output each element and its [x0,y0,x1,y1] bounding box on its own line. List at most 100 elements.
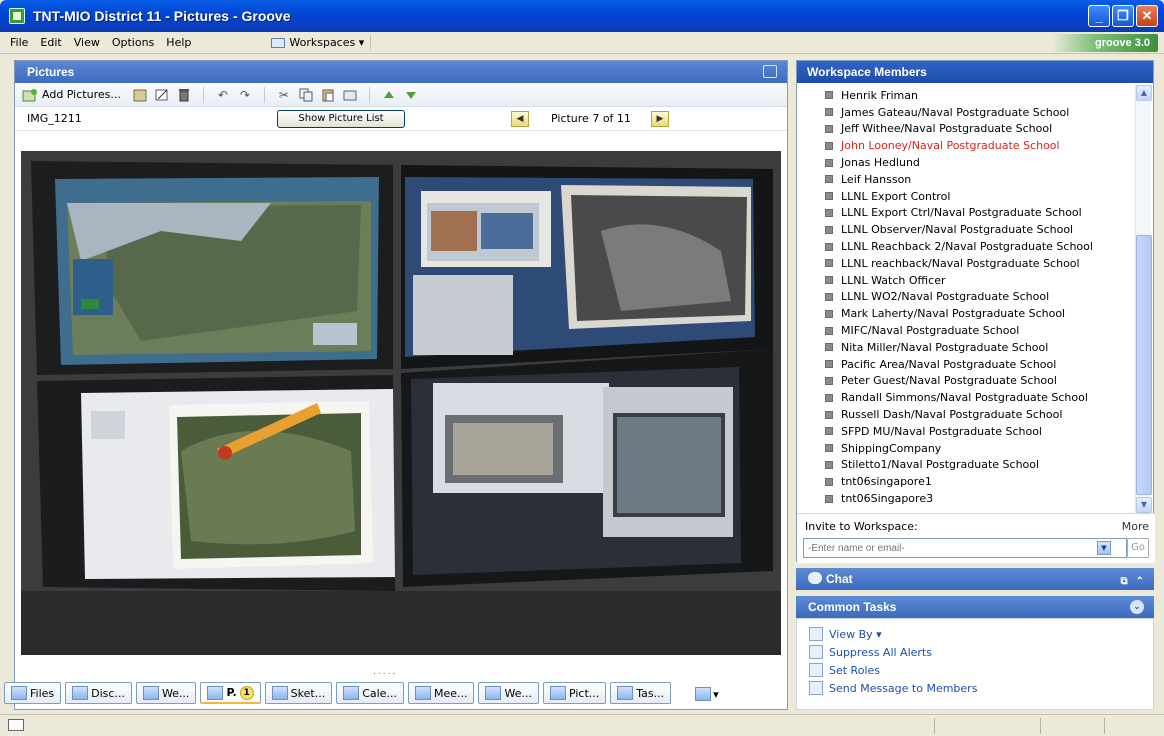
groove-logo: groove 3.0 [1052,34,1158,52]
import-icon[interactable] [341,87,359,103]
invite-section: Invite to Workspace: More ▼ Go [797,513,1155,563]
member-item[interactable]: LLNL reachback/Naval Postgraduate School [797,255,1135,272]
save-picture-icon[interactable] [131,87,149,103]
tab-discussion[interactable]: Disc... [65,682,132,704]
redo-icon[interactable]: ↷ [236,87,254,103]
task-set-roles[interactable]: Set Roles [797,661,1153,679]
show-picture-list-button[interactable]: Show Picture List [277,110,405,128]
collapse-icon[interactable]: ⌄ [1130,600,1144,614]
tab-web[interactable]: We... [135,682,197,704]
member-list-scrollbar[interactable]: ▲ ▼ [1135,85,1152,513]
scroll-up-button[interactable]: ▲ [1136,85,1152,101]
member-item[interactable]: Russell Dash/Naval Postgraduate School [797,406,1135,423]
member-item[interactable]: LLNL Export Control [797,188,1135,205]
popout-icon[interactable]: ⧉ [1120,571,1127,593]
invite-dropdown-button[interactable]: ▼ [1097,541,1111,555]
member-item[interactable]: James Gateau/Naval Postgraduate School [797,104,1135,121]
rotate-left-icon[interactable] [380,87,398,103]
member-name: LLNL Export Control [841,189,951,203]
groove-app-icon[interactable] [9,8,25,24]
member-item[interactable]: Henrik Friman [797,87,1135,104]
member-item[interactable]: Stiletto1/Naval Postgraduate School [797,457,1135,474]
monitor-wall-photo [21,151,781,655]
member-item[interactable]: LLNL Export Ctrl/Naval Postgraduate Scho… [797,205,1135,222]
member-name: Henrik Friman [841,88,918,102]
member-name: Nita Miller/Naval Postgraduate School [841,340,1049,354]
tab-meetings[interactable]: Mee... [407,682,475,704]
invite-label: Invite to Workspace: [805,520,918,533]
close-button[interactable]: ✕ [1136,5,1158,27]
member-item[interactable]: LLNL Observer/Naval Postgraduate School [797,221,1135,238]
invite-go-button[interactable]: Go [1127,538,1149,558]
pane-popout-icon[interactable] [763,65,777,78]
member-item[interactable]: Leif Hansson [797,171,1135,188]
minimize-button[interactable]: _ [1088,5,1110,27]
member-item[interactable]: tnt06singapore1 [797,473,1135,490]
next-picture-button[interactable]: ▶ [651,111,669,127]
tab-sketchpad[interactable]: Sket... [264,682,333,704]
member-item[interactable]: Jonas Hedlund [797,154,1135,171]
member-item[interactable]: LLNL Reachback 2/Naval Postgraduate Scho… [797,238,1135,255]
task-view-by[interactable]: View By ▾ [797,625,1153,643]
task-suppress-alerts[interactable]: Suppress All Alerts [797,643,1153,661]
menu-options[interactable]: Options [106,36,160,49]
delete-icon[interactable] [175,87,193,103]
member-status-icon [825,276,833,285]
member-status-icon [825,376,833,385]
member-item[interactable]: Peter Guest/Naval Postgraduate School [797,373,1135,390]
copy-icon[interactable] [297,87,315,103]
unread-badge: 1 [239,685,254,700]
paste-icon[interactable] [319,87,337,103]
member-item[interactable]: LLNL WO2/Naval Postgraduate School [797,289,1135,306]
splitter-grip[interactable]: ..... [373,667,397,677]
tab-label: Disc... [91,686,125,700]
invite-more-link[interactable]: More [1122,520,1149,533]
menu-file[interactable]: File [4,36,34,49]
tab-web-2[interactable]: We... [478,682,539,704]
invite-input[interactable] [803,538,1127,558]
tab-calendar[interactable]: Cale... [336,682,404,704]
add-tool-button[interactable]: ▾ [695,682,719,706]
menu-edit[interactable]: Edit [34,36,67,49]
tool-tab-bar: Files Disc... We... P. 1 Sket... Cale...… [4,682,719,706]
member-item[interactable]: SFPD MU/Naval Postgraduate School [797,423,1135,440]
tab-pictures-2[interactable]: Pict... [542,682,607,704]
edit-picture-icon[interactable] [153,87,171,103]
member-item[interactable]: Nita Miller/Naval Postgraduate School [797,339,1135,356]
member-item[interactable]: Pacific Area/Naval Postgraduate School [797,356,1135,373]
member-item[interactable]: ShippingCompany [797,440,1135,457]
chat-bar[interactable]: Chat ⧉ ⌃ [796,568,1154,590]
rotate-right-icon[interactable] [402,87,420,103]
maximize-button[interactable]: ❐ [1112,5,1134,27]
member-item[interactable]: tnt06Singapore3 [797,490,1135,507]
member-item[interactable]: LLNL Watch Officer [797,272,1135,289]
scroll-thumb[interactable] [1136,235,1152,495]
member-item[interactable]: MIFC/Naval Postgraduate School [797,322,1135,339]
pictures-pane: Pictures Add Pictures... ↶ ↷ ✂ IMG_1211 … [14,60,788,710]
tab-tasks[interactable]: Tas... [610,682,672,704]
pictures-icon [549,686,566,700]
tab-files[interactable]: Files [4,682,62,704]
discussion-icon [72,686,89,700]
menu-help[interactable]: Help [160,36,197,49]
previous-picture-button[interactable]: ◀ [511,111,529,127]
member-item[interactable]: Mark Laherty/Naval Postgraduate School [797,305,1135,322]
member-status-icon [825,292,833,301]
task-send-message[interactable]: Send Message to Members [797,679,1153,697]
member-item[interactable]: Randall Simmons/Naval Postgraduate Schoo… [797,389,1135,406]
cut-icon[interactable]: ✂ [275,87,293,103]
status-icon[interactable] [8,719,24,731]
tab-pictures-active[interactable]: P. 1 [200,682,261,704]
scroll-down-button[interactable]: ▼ [1136,497,1152,513]
member-item[interactable]: Jeff Withee/Naval Postgraduate School [797,121,1135,138]
undo-icon[interactable]: ↶ [214,87,232,103]
member-status-icon [825,108,833,117]
expand-icon[interactable]: ⌃ [1136,571,1144,593]
member-status-icon [825,208,833,217]
member-name: LLNL Reachback 2/Naval Postgraduate Scho… [841,240,1093,254]
menu-view[interactable]: View [68,36,106,49]
add-pictures-button[interactable]: Add Pictures... [21,87,121,103]
workspaces-menu-button[interactable]: Workspaces ▾ [265,35,372,50]
common-tasks-header[interactable]: Common Tasks ⌄ [796,596,1154,618]
member-item[interactable]: John Looney/Naval Postgraduate School [797,137,1135,154]
